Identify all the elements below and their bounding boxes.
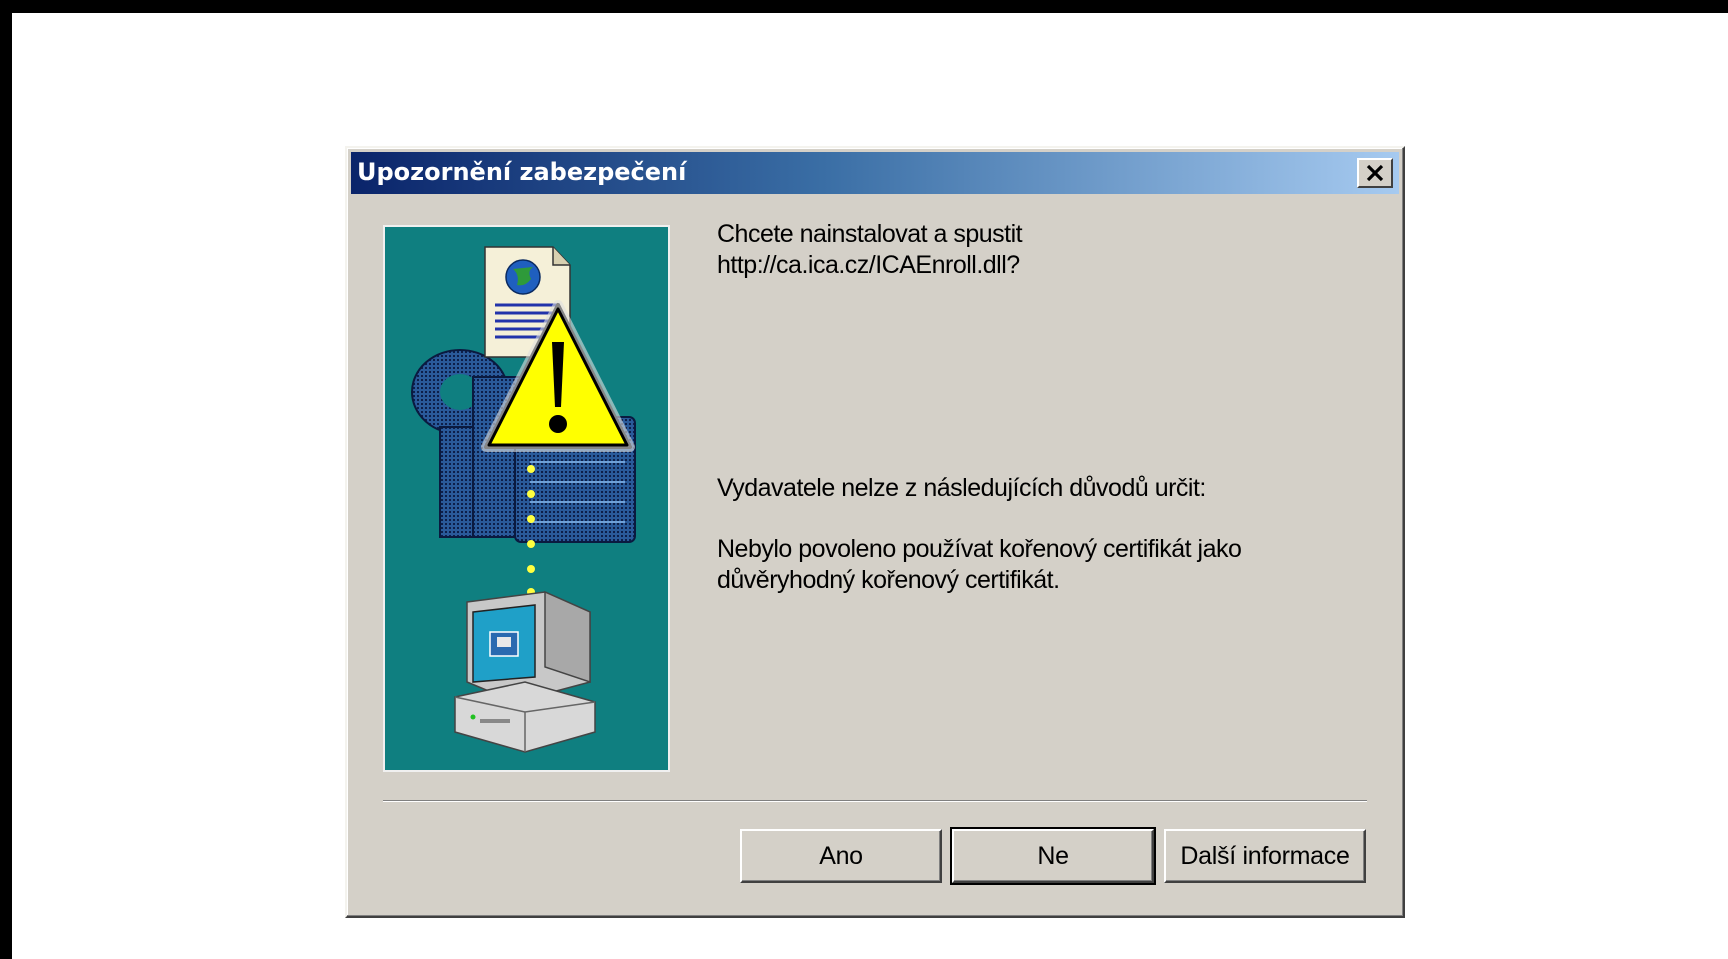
screen-frame: Upozornění zabezpečení Chcete nainstalov… (0, 0, 1728, 959)
install-question: Chcete nainstalovat a spustit http://ca.… (717, 219, 1023, 281)
close-icon (1366, 164, 1384, 182)
reason-text-line2: důvěryhodný kořenový certifikát. (717, 566, 1060, 594)
dialog-title: Upozornění zabezpečení (357, 158, 687, 186)
security-warning-dialog: Upozornění zabezpečení Chcete nainstalov… (345, 146, 1405, 918)
computer-icon (454, 590, 596, 753)
reason-text: Nebylo povoleno používat kořenový certif… (717, 534, 1337, 596)
more-info-button[interactable]: Další informace (1164, 829, 1366, 883)
install-question-line1: Chcete nainstalovat a spustit (717, 220, 1023, 248)
reason-text-line1: Nebylo povoleno používat kořenový certif… (717, 535, 1242, 563)
security-illustration (383, 225, 670, 772)
title-bar[interactable]: Upozornění zabezpečení (351, 152, 1399, 194)
illustration-art (411, 246, 636, 753)
install-question-url: http://ca.ica.cz/ICAEnroll.dll? (717, 251, 1020, 279)
yes-button[interactable]: Ano (740, 829, 942, 883)
close-button[interactable] (1357, 158, 1393, 188)
separator (383, 800, 1367, 802)
no-button[interactable]: Ne (950, 827, 1156, 885)
reason-heading: Vydavatele nelze z následujících důvodů … (717, 474, 1206, 502)
